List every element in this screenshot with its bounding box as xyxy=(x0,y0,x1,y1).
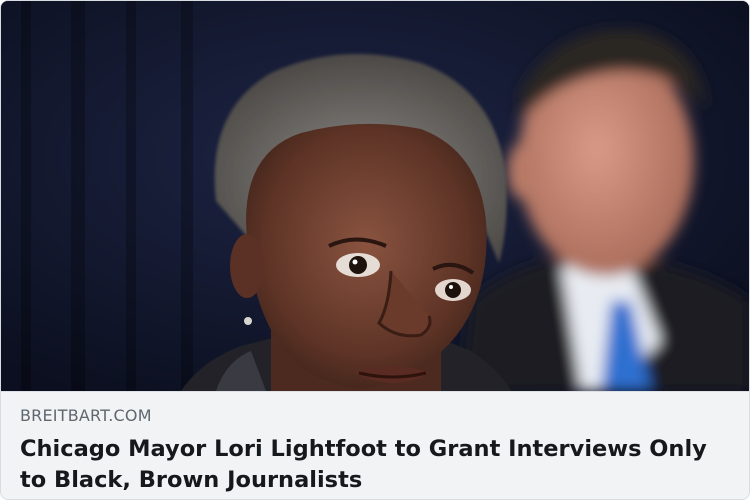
link-preview-card[interactable]: BREITBART.COM Chicago Mayor Lori Lightfo… xyxy=(0,0,750,500)
preview-headline[interactable]: Chicago Mayor Lori Lightfoot to Grant In… xyxy=(20,434,730,496)
preview-image[interactable] xyxy=(1,1,749,391)
source-domain: BREITBART.COM xyxy=(20,406,152,425)
preview-caption[interactable]: BREITBART.COM Chicago Mayor Lori Lightfo… xyxy=(1,391,749,499)
